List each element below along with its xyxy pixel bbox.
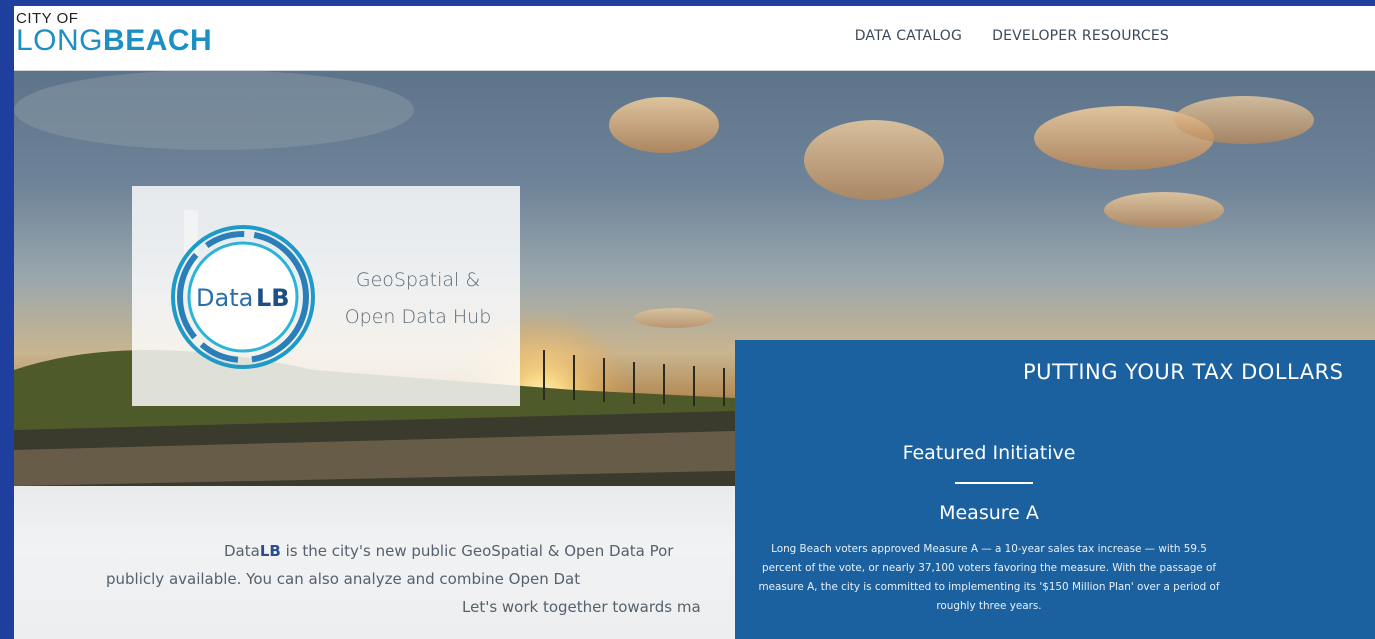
page-frame: CITY OF LONGBEACH DATA CATALOG DEVELOPER… — [14, 6, 1375, 639]
measure-a-title[interactable]: Measure A — [735, 502, 1243, 524]
measure-a-description: Long Beach voters approved Measure A — a… — [735, 540, 1243, 616]
desc-line: measure A, the city is committed to impl… — [758, 581, 1220, 593]
featured-initiative-label: Featured Initiative — [902, 442, 1076, 464]
intro-line-3: Let's work together towards ma — [462, 598, 701, 616]
nav-developer-resources[interactable]: DEVELOPER RESOURCES — [992, 28, 1169, 44]
intro-line-1: DataLB is the city's new public GeoSpati… — [224, 538, 673, 565]
intro-line1-rest: is the city's new public GeoSpatial & Op… — [280, 542, 674, 560]
hub-title-line2: Open Data Hub — [344, 306, 492, 328]
desc-line: Long Beach voters approved Measure A — a… — [771, 543, 1207, 555]
logo-long: LONG — [16, 24, 104, 57]
datalb-badge-icon: Data LB — [171, 225, 315, 369]
badge-text-lb: LB — [256, 284, 290, 312]
hub-title: GeoSpatial & Open Data Hub — [328, 262, 508, 336]
datalb-logo-card: Data LB GeoSpatial & Open Data Hub — [132, 186, 520, 406]
intro-lb: LB — [259, 542, 281, 560]
logo-beach: BEACH — [103, 24, 213, 57]
badge-text-data: Data — [196, 284, 253, 312]
hub-title-line1: GeoSpatial & — [355, 269, 481, 291]
title-divider — [955, 482, 1033, 484]
main-nav: DATA CATALOG DEVELOPER RESOURCES — [855, 28, 1169, 44]
logo-wordmark: LONGBEACH — [16, 26, 212, 56]
city-logo[interactable]: CITY OF LONGBEACH — [16, 11, 212, 56]
intro-line-2: publicly available. You can also analyze… — [106, 570, 581, 588]
intro-data: Data — [224, 542, 260, 560]
nav-data-catalog[interactable]: DATA CATALOG — [855, 28, 962, 44]
desc-line: percent of the vote, or nearly 37,100 vo… — [761, 562, 1217, 574]
panel-heading: PUTTING YOUR TAX DOLLARS — [1023, 360, 1344, 384]
desc-line: roughly three years. — [936, 600, 1042, 612]
featured-panel: PUTTING YOUR TAX DOLLARS Featured Initia… — [735, 340, 1375, 639]
site-header: CITY OF LONGBEACH DATA CATALOG DEVELOPER… — [14, 6, 1375, 71]
